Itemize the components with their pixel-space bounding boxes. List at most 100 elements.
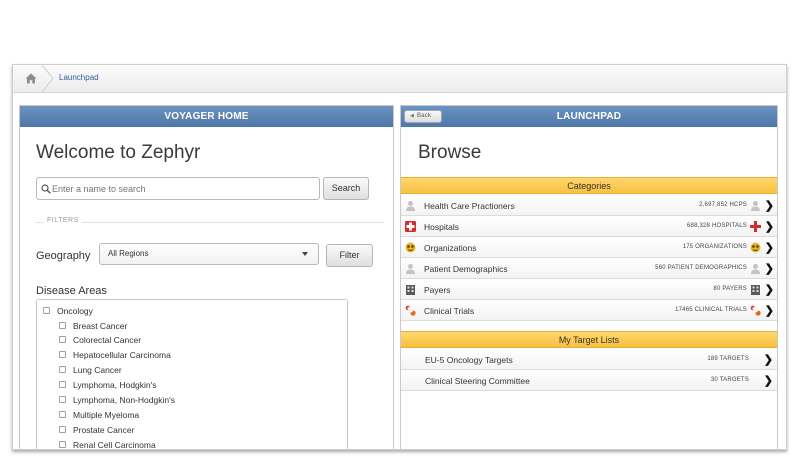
checkbox[interactable] — [59, 396, 66, 404]
disease-areas-title: Disease Areas — [36, 285, 107, 297]
filters-divider — [36, 222, 384, 223]
target-list-count: 189 TARGETS — [707, 356, 749, 362]
building-icon — [405, 284, 416, 295]
pill-icon — [750, 305, 761, 316]
categories-header: Categories — [401, 177, 777, 194]
target-list-label: EU-5 Oncology Targets — [425, 355, 513, 365]
launchpad-panel: LAUNCHPAD ◀ Back Browse Categories Health… — [400, 105, 778, 449]
checkbox[interactable] — [59, 441, 66, 449]
target-list-row-eu5[interactable]: EU-5 Oncology Targets 189 TARGETS ❯ — [401, 349, 777, 370]
checkbox[interactable] — [59, 381, 66, 389]
category-count: 688,328 HOSPITALS — [687, 223, 747, 229]
target-list-row-clinical-steering[interactable]: Clinical Steering Committee 30 TARGETS ❯ — [401, 370, 777, 391]
list-item[interactable]: Renal Cell Carcinoma — [59, 439, 156, 450]
back-button[interactable]: ◀ Back — [404, 110, 442, 123]
checkbox[interactable] — [59, 351, 66, 359]
search-input[interactable] — [52, 181, 312, 196]
search-icon — [41, 184, 51, 194]
checkbox[interactable] — [59, 366, 66, 374]
target-list-label: Clinical Steering Committee — [425, 376, 530, 386]
category-label: Patient Demographics — [424, 264, 508, 274]
breadcrumb-launchpad[interactable]: Launchpad — [59, 73, 99, 82]
geography-select[interactable]: All Regions — [99, 243, 319, 265]
list-item[interactable]: Colorectal Cancer — [59, 334, 141, 346]
filters-label: FILTERS — [44, 217, 82, 224]
category-label: Payers — [424, 285, 451, 295]
chevron-right-icon: ❯ — [763, 375, 773, 387]
chevron-right-icon: ❯ — [764, 221, 774, 233]
list-item-label: Oncology — [57, 306, 93, 316]
category-row-patient-demographics[interactable]: Patient Demographics 560 PATIENT DEMOGRA… — [401, 258, 777, 279]
back-label: Back — [417, 113, 432, 119]
voyager-home-header: VOYAGER HOME — [20, 106, 393, 127]
checkbox[interactable] — [59, 322, 66, 330]
checkbox[interactable] — [59, 411, 66, 419]
target-list-count: 30 TARGETS — [710, 377, 749, 383]
red-cross-icon — [405, 221, 416, 232]
geography-selected-value: All Regions — [108, 249, 149, 258]
group-icon — [750, 242, 761, 253]
search-button[interactable]: Search — [323, 177, 369, 200]
voyager-home-panel: VOYAGER HOME Welcome to Zephyr Search FI… — [19, 105, 394, 450]
list-item-label: Lung Cancer — [73, 365, 122, 375]
chevron-right-icon: ❯ — [764, 305, 774, 317]
checkbox[interactable] — [59, 336, 66, 344]
pill-icon — [405, 305, 416, 316]
list-item[interactable]: Lymphoma, Hodgkin's — [59, 379, 157, 391]
list-item-label: Lymphoma, Hodgkin's — [73, 380, 157, 390]
caret-down-icon — [302, 252, 308, 256]
filter-button[interactable]: Filter — [326, 244, 373, 267]
list-item-oncology[interactable]: Oncology — [43, 305, 93, 317]
group-icon — [405, 242, 416, 253]
list-item[interactable]: Lymphoma, Non-Hodgkin's — [59, 394, 175, 406]
browse-title: Browse — [418, 142, 482, 163]
category-label: Clinical Trials — [424, 306, 475, 316]
patient-icon — [405, 263, 416, 274]
building-icon — [750, 284, 761, 295]
category-row-organizations[interactable]: Organizations 175 ORGANIZATIONS ❯ — [401, 237, 777, 258]
category-count: 560 PATIENT DEMOGRAPHICS — [655, 265, 747, 271]
chevron-right-icon: ❯ — [764, 263, 774, 275]
disease-areas-list[interactable]: Oncology Breast Cancer Colorectal Cancer… — [36, 299, 348, 450]
category-row-clinical-trials[interactable]: Clinical Trials 17465 CLINICAL TRIALS ❯ — [401, 300, 777, 321]
list-item[interactable]: Hepatocellular Carcinoma — [59, 349, 171, 361]
list-item[interactable]: Multiple Myeloma — [59, 409, 139, 421]
breadcrumb-separator — [41, 65, 55, 93]
category-row-hcp[interactable]: Health Care Practioners 2,697,852 HCPS ❯ — [401, 195, 777, 216]
target-lists-header: My Target Lists — [401, 331, 777, 348]
list-item-label: Lymphoma, Non-Hodgkin's — [73, 395, 175, 405]
list-item-label: Hepatocellular Carcinoma — [73, 350, 171, 360]
list-item-label: Breast Cancer — [73, 321, 128, 331]
list-item-label: Renal Cell Carcinoma — [73, 440, 156, 450]
geography-label: Geography — [36, 250, 91, 262]
chevron-right-icon: ❯ — [764, 242, 774, 254]
list-item[interactable]: Prostate Cancer — [59, 424, 134, 436]
launchpad-title: LAUNCHPAD — [556, 111, 622, 122]
app-window: Launchpad VOYAGER HOME Welcome to Zephyr… — [12, 64, 787, 450]
back-arrow-icon: ◀ — [410, 113, 415, 119]
welcome-title: Welcome to Zephyr — [36, 142, 201, 163]
category-count: 175 ORGANIZATIONS — [682, 244, 747, 250]
category-count: 80 PAYERS — [713, 286, 747, 292]
category-count: 2,697,852 HCPS — [699, 202, 747, 208]
chevron-right-icon: ❯ — [764, 284, 774, 296]
checkbox[interactable] — [59, 426, 66, 434]
patient-icon — [750, 263, 761, 274]
list-item[interactable]: Breast Cancer — [59, 320, 127, 332]
category-count: 17465 CLINICAL TRIALS — [675, 307, 747, 313]
category-label: Health Care Practioners — [424, 201, 515, 211]
list-item-label: Multiple Myeloma — [73, 410, 140, 420]
category-row-hospitals[interactable]: Hospitals 688,328 HOSPITALS ❯ — [401, 216, 777, 237]
chevron-right-icon: ❯ — [764, 200, 774, 212]
search-field[interactable] — [36, 177, 320, 200]
chevron-right-icon: ❯ — [763, 354, 773, 366]
list-item[interactable]: Lung Cancer — [59, 364, 122, 376]
list-item-label: Colorectal Cancer — [73, 335, 142, 345]
red-cross-icon — [750, 221, 761, 232]
category-row-payers[interactable]: Payers 80 PAYERS ❯ — [401, 279, 777, 300]
person-icon — [405, 200, 416, 211]
category-label: Hospitals — [424, 222, 459, 232]
list-item-label: Prostate Cancer — [73, 425, 135, 435]
checkbox[interactable] — [43, 307, 50, 315]
person-icon — [750, 200, 761, 211]
